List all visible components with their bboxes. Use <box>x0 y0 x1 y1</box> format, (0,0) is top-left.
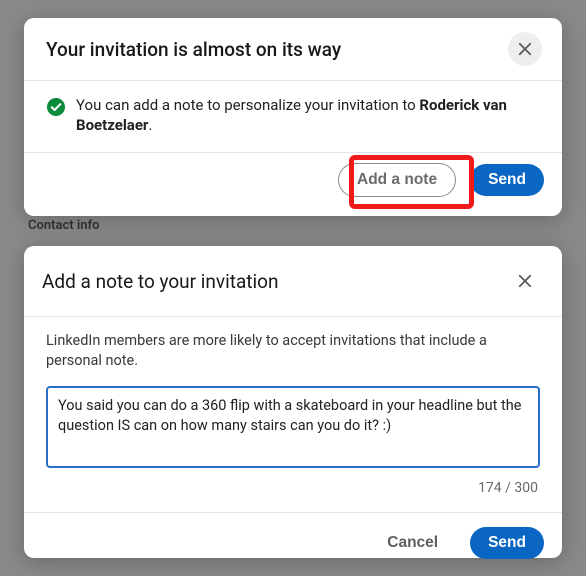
close-button[interactable] <box>508 32 542 66</box>
dialog-body: You can add a note to personalize your i… <box>24 81 562 152</box>
dialog-header: Add a note to your invitation <box>24 246 562 317</box>
send-button[interactable]: Send <box>470 527 544 559</box>
dialog-footer: Add a note Send <box>24 152 562 211</box>
add-note-dialog: Add a note to your invitation LinkedIn m… <box>24 246 562 558</box>
info-text: You can add a note to personalize your i… <box>76 95 540 136</box>
note-textarea[interactable] <box>46 386 540 468</box>
close-button[interactable] <box>508 264 542 298</box>
bg-contact-info: Contact info <box>28 218 99 233</box>
info-message: You can add a note to personalize your i… <box>46 95 540 136</box>
dialog-title: Add a note to your invitation <box>42 270 278 293</box>
invite-confirm-dialog: Your invitation is almost on its way You… <box>24 18 562 216</box>
dialog-title: Your invitation is almost on its way <box>46 38 341 61</box>
cancel-button[interactable]: Cancel <box>369 527 456 559</box>
add-note-button[interactable]: Add a note <box>338 163 456 197</box>
close-icon <box>516 272 534 290</box>
dialog-header: Your invitation is almost on its way <box>24 18 562 81</box>
helper-text: LinkedIn members are more likely to acce… <box>46 331 540 370</box>
send-button[interactable]: Send <box>470 164 544 196</box>
check-circle-icon <box>46 97 66 122</box>
close-icon <box>516 40 534 58</box>
dialog-footer: Cancel Send <box>24 512 562 573</box>
char-counter: 174 / 300 <box>46 480 540 496</box>
dialog-body: LinkedIn members are more likely to acce… <box>24 317 562 512</box>
